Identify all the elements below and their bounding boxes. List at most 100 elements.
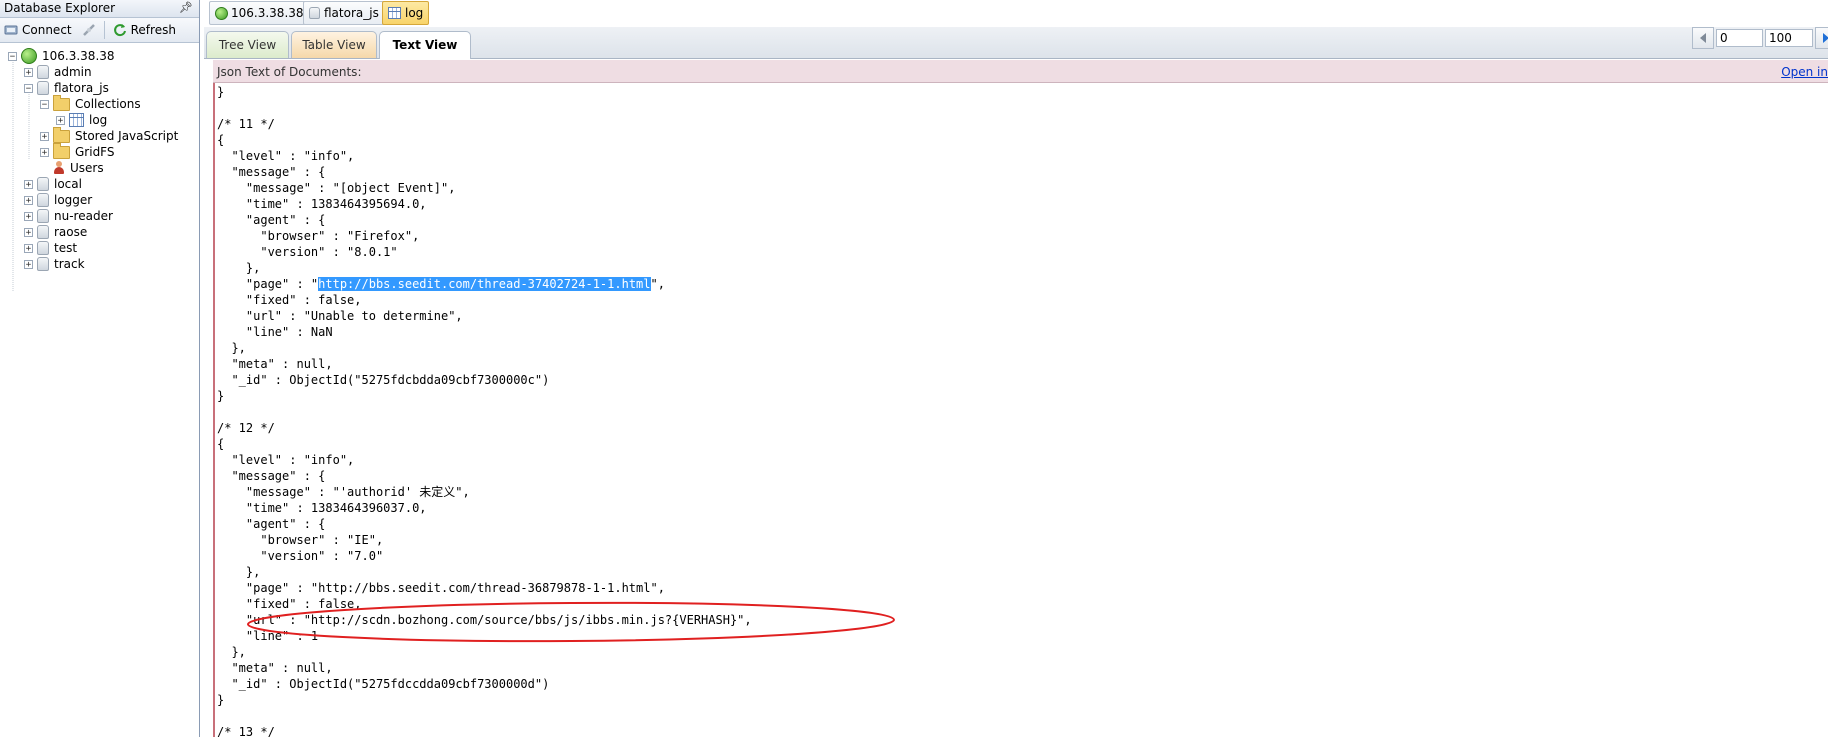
database-icon — [37, 193, 49, 207]
database-icon — [37, 81, 49, 95]
collapse-icon[interactable]: − — [24, 83, 33, 93]
db-label: nu-reader — [54, 209, 113, 223]
folder-icon — [53, 94, 70, 111]
next-page-button[interactable] — [1815, 27, 1828, 49]
expand-icon[interactable]: + — [24, 259, 33, 269]
json-line: { — [217, 133, 225, 147]
json-line: "message" : "'authorid' 未定义", — [217, 485, 470, 499]
doc-comment: /* 11 */ — [217, 117, 275, 131]
tab-tree-view[interactable]: Tree View — [206, 31, 289, 58]
explorer-title: Database Explorer — [4, 1, 116, 15]
previous-page-button[interactable] — [1692, 27, 1714, 49]
refresh-icon — [113, 24, 126, 37]
db-label: local — [54, 177, 82, 191]
json-line: "meta" : null, — [217, 357, 333, 371]
json-line: "level" : "info", — [217, 453, 355, 467]
connect-button[interactable]: Connect — [0, 20, 76, 40]
expand-icon[interactable]: + — [24, 243, 33, 253]
json-line: "agent" : { — [217, 517, 326, 531]
tree-db-track[interactable]: + track — [24, 255, 85, 273]
server-label: 106.3.38.38 — [42, 49, 115, 63]
tab-database[interactable]: flatora_js — [303, 1, 385, 25]
page-prefix: "page" : " — [217, 277, 319, 291]
json-line: "meta" : null, — [217, 661, 333, 675]
json-line: }, — [217, 565, 261, 579]
expand-icon[interactable]: + — [40, 131, 49, 141]
explorer-title-bar: Database Explorer 📌︎ — [0, 0, 199, 18]
doc-comment: /* 12 */ — [217, 421, 275, 435]
expand-icon[interactable]: + — [56, 115, 65, 125]
disconnect-icon[interactable] — [82, 23, 96, 37]
folder-icon — [53, 126, 70, 143]
db-label: raose — [54, 225, 88, 239]
pin-icon[interactable]: 📌︎ — [179, 0, 193, 16]
page-suffix: ", — [650, 277, 665, 291]
user-icon — [53, 161, 65, 175]
pager — [1692, 27, 1828, 49]
tab-label: 106.3.38.38 — [231, 6, 304, 20]
database-icon — [37, 257, 49, 271]
view-tab-strip: Tree View Table View Text View — [204, 27, 1828, 59]
arrow-left-icon — [1700, 33, 1706, 43]
expand-icon[interactable]: + — [24, 195, 33, 205]
connect-icon — [4, 25, 18, 35]
skip-input[interactable] — [1716, 29, 1763, 47]
json-line: "browser" : "Firefox", — [217, 229, 420, 243]
toolbar-separator — [103, 21, 105, 39]
tab-label: log — [405, 6, 424, 20]
db-label: track — [54, 257, 85, 271]
tab-text-view[interactable]: Text View — [379, 31, 471, 59]
json-header-bar: Json Text of Documents: Open in — [213, 60, 1828, 83]
json-line: "fixed" : false, — [217, 293, 362, 307]
server-icon — [21, 48, 37, 64]
db-label: flatora_js — [54, 81, 109, 95]
json-line: "_id" : ObjectId("5275fdcbdda09cbf730000… — [217, 373, 550, 387]
limit-input[interactable] — [1765, 29, 1813, 47]
users-label: Users — [70, 161, 104, 175]
json-line: } — [217, 389, 225, 403]
open-in-link[interactable]: Open in — [1781, 65, 1828, 79]
json-line: "level" : "info", — [217, 149, 355, 163]
collapse-icon[interactable]: − — [40, 99, 49, 109]
json-line: "version" : "8.0.1" — [217, 245, 398, 259]
expand-icon[interactable]: + — [40, 147, 49, 157]
json-header-label: Json Text of Documents: — [217, 65, 362, 79]
connect-label: Connect — [22, 23, 72, 37]
database-icon — [37, 225, 49, 239]
database-icon — [37, 65, 49, 79]
json-line: "line" : NaN — [217, 325, 333, 339]
json-text[interactable]: } /* 11 */ { "level" : "info", "message"… — [217, 84, 752, 737]
folder-label: GridFS — [75, 145, 115, 159]
json-line: "message" : { — [217, 469, 326, 483]
database-icon — [37, 209, 49, 223]
document-tab-strip: 106.3.38.38 flatora_js log — [200, 0, 1828, 26]
expand-icon[interactable]: + — [24, 211, 33, 221]
db-label: admin — [54, 65, 92, 79]
json-line: "message" : "[object Event]", — [217, 181, 456, 195]
json-text-area[interactable]: } /* 11 */ { "level" : "info", "message"… — [213, 83, 1828, 737]
expand-icon[interactable]: + — [24, 179, 33, 189]
tab-table-view[interactable]: Table View — [291, 31, 377, 58]
collection-label: log — [89, 113, 108, 127]
tab-collection[interactable]: log — [382, 1, 430, 25]
json-line: "message" : { — [217, 165, 326, 179]
selected-page-url[interactable]: http://bbs.seedit.com/thread-37402724-1-… — [318, 277, 651, 291]
json-line: "url" : "Unable to determine", — [217, 309, 463, 323]
expand-icon[interactable]: + — [24, 227, 33, 237]
collection-icon — [388, 7, 401, 19]
database-icon — [309, 7, 320, 19]
json-line: "fixed" : false, — [217, 597, 362, 611]
database-explorer-panel: Database Explorer 📌︎ Connect Refresh − 1… — [0, 0, 200, 737]
json-line-url-highlighted: "url" : "http://scdn.bozhong.com/source/… — [217, 613, 752, 627]
folder-label: Stored JavaScript — [75, 129, 179, 143]
explorer-toolbar: Connect Refresh — [0, 18, 199, 43]
tab-server[interactable]: 106.3.38.38 — [209, 1, 310, 25]
json-line: "time" : 1383464396037.0, — [217, 501, 427, 515]
server-icon — [215, 6, 228, 20]
json-line: } — [217, 85, 225, 99]
expand-icon[interactable]: + — [24, 67, 33, 77]
refresh-button[interactable]: Refresh — [109, 20, 180, 40]
collapse-icon[interactable]: − — [8, 51, 17, 61]
json-line: "agent" : { — [217, 213, 326, 227]
json-line: "line" : 1 — [217, 629, 319, 643]
